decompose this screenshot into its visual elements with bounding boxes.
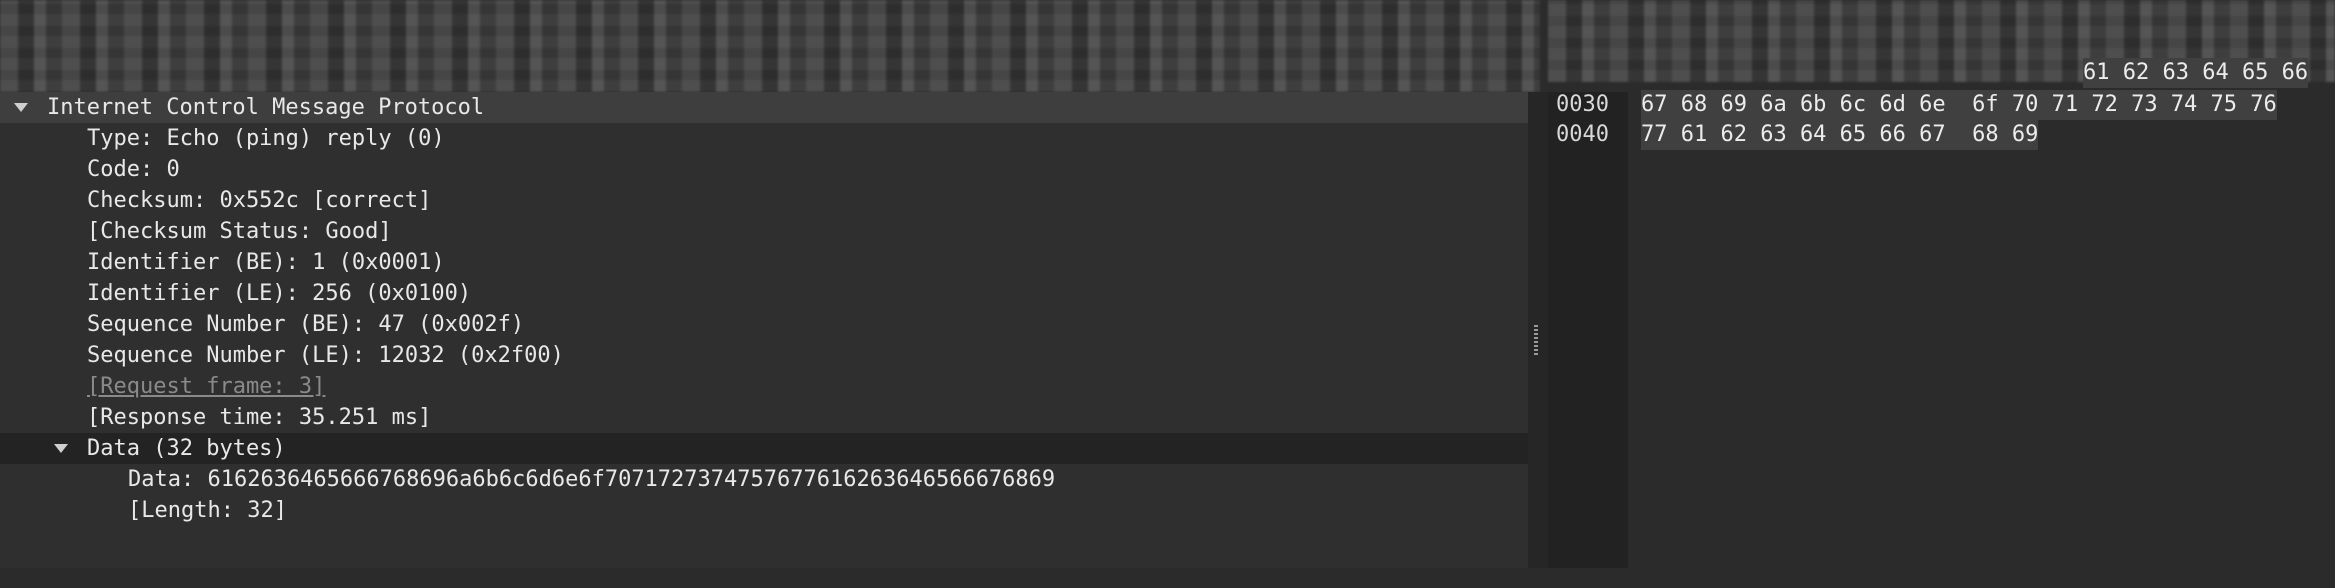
- field-identifier-be: Identifier (BE): 1 (0x0001): [87, 250, 445, 275]
- field-response-time: [Response time: 35.251 ms]: [87, 405, 432, 430]
- hex-partial-line: 61 62 63 64 65 66: [2083, 58, 2309, 88]
- field-row[interactable]: Sequence Number (LE): 12032 (0x2f00): [0, 340, 1528, 371]
- data-header-label: Data (32 bytes): [87, 436, 286, 461]
- field-row[interactable]: Type: Echo (ping) reply (0): [0, 123, 1528, 154]
- field-row[interactable]: Identifier (BE): 1 (0x0001): [0, 247, 1528, 278]
- field-checksum: Checksum: 0x552c [correct]: [87, 188, 432, 213]
- field-row[interactable]: Identifier (LE): 256 (0x0100): [0, 278, 1528, 309]
- field-data: Data: 6162636465666768696a6b6c6d6e6f7071…: [128, 467, 1056, 492]
- field-checksum-status: [Checksum Status: Good]: [87, 219, 392, 244]
- packet-details-pane[interactable]: Internet Control Message Protocol Type: …: [0, 92, 1528, 568]
- field-code: Code: 0: [87, 157, 180, 182]
- field-sequence-le: Sequence Number (LE): 12032 (0x2f00): [87, 343, 564, 368]
- protocol-header-label: Internet Control Message Protocol: [47, 95, 485, 120]
- hex-offset-column: [1548, 92, 1628, 568]
- data-row[interactable]: Data (32 bytes): [0, 433, 1528, 464]
- icmp-protocol-row[interactable]: Internet Control Message Protocol: [0, 92, 1528, 123]
- splitter-grip-icon[interactable]: [1534, 325, 1538, 355]
- hex-bytes-line: 67 68 69 6a 6b 6c 6d 6e 6f 70 71 72 73 7…: [1641, 90, 2277, 120]
- request-frame-link[interactable]: [Request frame: 3]: [87, 371, 325, 402]
- hex-dump-pane[interactable]: [1628, 92, 2335, 568]
- blurred-packet-list: [0, 0, 1540, 92]
- field-data-length: [Length: 32]: [128, 498, 287, 523]
- field-row[interactable]: [Checksum Status: Good]: [0, 216, 1528, 247]
- field-sequence-be: Sequence Number (BE): 47 (0x002f): [87, 312, 525, 337]
- field-identifier-le: Identifier (LE): 256 (0x0100): [87, 281, 472, 306]
- hex-offset: 0040: [1556, 122, 1609, 147]
- collapse-arrow-icon[interactable]: [54, 444, 68, 453]
- collapse-arrow-icon[interactable]: [14, 103, 28, 112]
- field-type: Type: Echo (ping) reply (0): [87, 126, 445, 151]
- pane-splitter[interactable]: [1528, 92, 1548, 568]
- field-row[interactable]: Sequence Number (BE): 47 (0x002f): [0, 309, 1528, 340]
- field-row[interactable]: Code: 0: [0, 154, 1528, 185]
- field-row[interactable]: [Request frame: 3]: [0, 371, 1528, 402]
- field-row[interactable]: Checksum: 0x552c [correct]: [0, 185, 1528, 216]
- hex-offset: 0030: [1556, 92, 1609, 117]
- field-row[interactable]: [Response time: 35.251 ms]: [0, 402, 1528, 433]
- hex-bytes-line: 77 61 62 63 64 65 66 67 68 69: [1641, 120, 2039, 150]
- field-row[interactable]: [Length: 32]: [0, 495, 1528, 526]
- field-row[interactable]: Data: 6162636465666768696a6b6c6d6e6f7071…: [0, 464, 1528, 495]
